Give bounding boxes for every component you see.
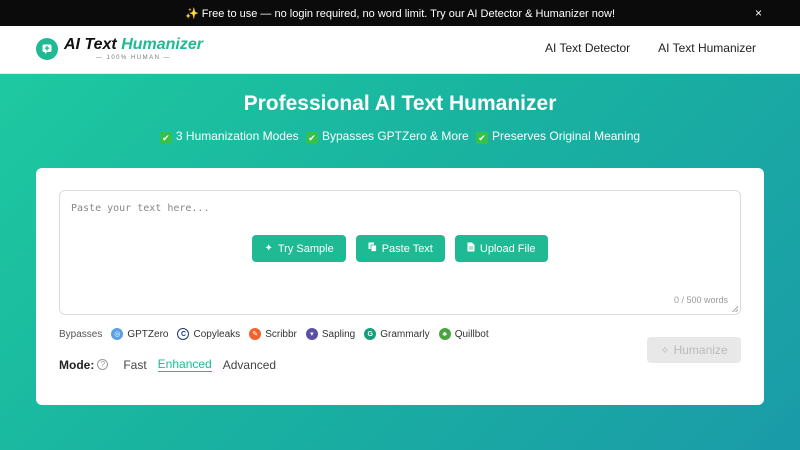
close-icon[interactable]: × [755,6,762,20]
magic-wand-icon: ✧ [660,344,670,357]
sapling-icon: ▾ [305,328,318,340]
grammarly-icon: G [364,328,377,340]
check-icon: ✔ [305,132,318,144]
feature-item: Preserves Original Meaning [492,129,641,143]
text-input[interactable]: Paste your text here... ✦ Try Sample Past… [59,190,741,315]
mode-label: Mode: [59,357,95,372]
brand-quillbot: ♣ Quillbot [438,328,489,340]
brand-grammarly: G Grammarly [364,328,430,340]
clipboard-icon [368,242,377,255]
mode-selector: Mode: ? Fast Enhanced Advanced [59,357,287,372]
copyleaks-icon: C [177,328,190,340]
brand-sapling: ▾ Sapling [305,328,355,340]
check-icon: ✔ [476,132,489,144]
try-sample-button[interactable]: ✦ Try Sample [252,235,346,262]
input-actions: ✦ Try Sample Paste Text Upload File [60,235,740,262]
brand-scribbr: ✎ Scribbr [249,328,297,340]
paste-text-button[interactable]: Paste Text [355,235,445,262]
announcement-text: ✨ Free to use — no login required, no wo… [184,7,616,20]
feature-item: 3 Humanization Modes [175,129,299,143]
site-header: AI Text Humanizer — 100% HUMAN — AI Text… [0,26,800,74]
mode-enhanced[interactable]: Enhanced [157,357,212,372]
humanizer-card: Paste your text here... ✦ Try Sample Past… [36,168,764,405]
main-nav: AI Text Detector AI Text Humanizer [545,41,756,55]
announcement-bar: ✨ Free to use — no login required, no wo… [0,0,800,26]
brand-gptzero: ◎ GPTZero [111,328,168,340]
logo[interactable]: AI Text Humanizer — 100% HUMAN — [36,36,203,61]
gptzero-icon: ◎ [111,328,124,340]
text-input-placeholder: Paste your text here... [71,203,210,214]
upload-file-button[interactable]: Upload File [454,235,548,262]
bypasses-label: Bypasses [59,328,103,340]
mode-fast[interactable]: Fast [123,358,146,372]
feature-list: ✔ 3 Humanization Modes ✔ Bypasses GPTZero … [0,129,800,144]
page-title: Professional AI Text Humanizer [243,92,557,115]
quillbot-icon: ♣ [438,328,451,340]
check-icon: ✔ [159,132,172,144]
logo-icon [36,37,58,60]
nav-ai-text-detector[interactable]: AI Text Detector [545,41,630,55]
bypasses-row: Bypasses ◎ GPTZero C Copyleaks ✎ Scribbr ▾ S… [59,328,498,340]
humanize-button[interactable]: ✧ Humanize [647,337,741,363]
resize-handle[interactable] [732,306,738,312]
brand-copyleaks: C Copyleaks [177,328,240,340]
sparkle-icon: ✦ [264,243,273,254]
logo-title: AI Text Humanizer [64,36,203,53]
help-icon[interactable]: ? [97,359,109,370]
nav-ai-text-humanizer[interactable]: AI Text Humanizer [658,41,756,55]
file-icon [467,242,475,255]
feature-item: Bypasses GPTZero & More [321,129,469,143]
mode-advanced[interactable]: Advanced [223,358,276,372]
logo-subtitle: — 100% HUMAN — [95,55,172,61]
word-count: 0 / 500 words [673,295,728,305]
hero-section: Professional AI Text Humanizer ✔ 3 Humani… [0,74,800,450]
scribbr-icon: ✎ [249,328,262,340]
